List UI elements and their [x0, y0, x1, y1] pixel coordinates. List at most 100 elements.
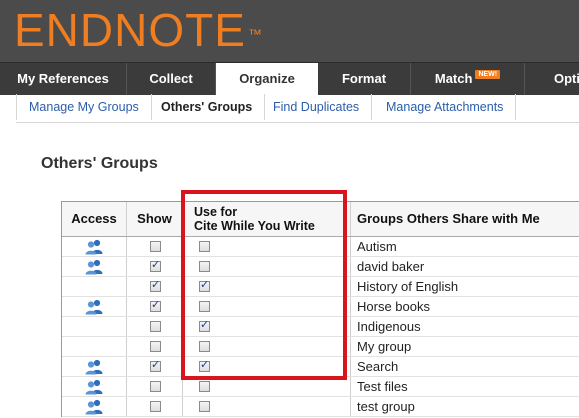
show-checkbox[interactable]: [150, 401, 161, 412]
cwyw-cell: [183, 277, 351, 296]
header-cite-while-you-write: Use for Cite While You Write: [183, 202, 351, 236]
show-cell: [127, 377, 183, 396]
header-show: Show: [127, 202, 183, 236]
tab-my-references[interactable]: My References: [0, 63, 127, 95]
show-cell: [127, 297, 183, 316]
show-cell: [127, 277, 183, 296]
group-name: david baker: [357, 259, 425, 274]
cwyw-cell: [183, 357, 351, 376]
show-checkbox[interactable]: [150, 258, 161, 272]
app-header: ENDNOTE ™: [0, 0, 579, 62]
show-checkbox[interactable]: [150, 241, 161, 252]
subnav-label: Manage My Groups: [29, 100, 139, 114]
header-cwyw-line1: Use for: [194, 205, 238, 219]
show-checkbox[interactable]: [150, 298, 161, 312]
access-cell: [62, 277, 127, 296]
subnav-label: Others' Groups: [161, 100, 253, 114]
logo-text: ENDNOTE: [14, 4, 246, 56]
tab-label: Match: [434, 71, 473, 86]
tab-collect[interactable]: Collect: [127, 63, 216, 95]
subnav-others-groups[interactable]: Others' Groups: [149, 94, 266, 120]
group-name: Search: [357, 359, 399, 374]
tab-label: Format: [341, 71, 387, 86]
group-name: Horse books: [357, 299, 430, 314]
people-icon[interactable]: [84, 239, 104, 255]
group-name: Indigenous: [357, 319, 421, 334]
cwyw-cell: [183, 237, 351, 256]
access-cell: [62, 357, 127, 376]
cwyw-cell: [183, 297, 351, 316]
people-icon[interactable]: [84, 299, 104, 315]
tab-label: Organize: [239, 71, 295, 86]
access-cell: [62, 237, 127, 256]
people-icon[interactable]: [84, 399, 104, 415]
tab-options[interactable]: Optio: [525, 63, 579, 95]
subnav-find-duplicates[interactable]: Find Duplicates: [261, 94, 373, 120]
cwyw-cell: [183, 257, 351, 276]
subnav-manage-my-groups[interactable]: Manage My Groups: [17, 94, 152, 120]
table-row: Horse books: [62, 297, 579, 317]
tab-label: Collect: [149, 71, 193, 86]
cwyw-checkbox[interactable]: [199, 261, 210, 272]
header-group-name: Groups Others Share with Me: [357, 211, 540, 226]
access-cell: [62, 337, 127, 356]
cwyw-cell: [183, 377, 351, 396]
cwyw-checkbox[interactable]: [199, 381, 210, 392]
tab-label: My References: [17, 71, 109, 86]
show-cell: [127, 397, 183, 416]
access-cell: [62, 377, 127, 396]
tab-organize[interactable]: Organize: [216, 63, 318, 95]
show-checkbox[interactable]: [150, 381, 161, 392]
people-icon[interactable]: [84, 359, 104, 375]
subnav-manage-attachments[interactable]: Manage Attachments: [374, 94, 517, 120]
show-checkbox[interactable]: [150, 321, 161, 332]
table-row: Search: [62, 357, 579, 377]
main-nav: My References Collect Organize Format Ma…: [0, 62, 579, 95]
cwyw-checkbox[interactable]: [199, 358, 210, 372]
table-row: Indigenous: [62, 317, 579, 337]
show-cell: [127, 357, 183, 376]
cwyw-checkbox[interactable]: [199, 318, 210, 332]
cwyw-checkbox[interactable]: [199, 301, 210, 312]
access-cell: [62, 317, 127, 336]
group-name: History of English: [357, 279, 459, 294]
tab-label: Optio: [554, 71, 579, 86]
cwyw-cell: [183, 397, 351, 416]
access-cell: [62, 397, 127, 416]
cwyw-checkbox[interactable]: [199, 278, 210, 292]
header-cwyw-line2: Cite While You Write: [194, 219, 315, 233]
sub-nav: Manage My Groups Others' Groups Find Dup…: [16, 94, 579, 123]
tab-match[interactable]: Match NEW!: [411, 63, 525, 95]
people-icon[interactable]: [84, 379, 104, 395]
cwyw-cell: [183, 337, 351, 356]
show-checkbox[interactable]: [150, 358, 161, 372]
cwyw-cell: [183, 317, 351, 336]
show-cell: [127, 237, 183, 256]
subnav-label: Manage Attachments: [386, 100, 504, 114]
cwyw-checkbox[interactable]: [199, 401, 210, 412]
access-cell: [62, 257, 127, 276]
table-row: david baker: [62, 257, 579, 277]
endnote-logo[interactable]: ENDNOTE ™: [14, 2, 263, 58]
table-body: Autism david baker History of English Horse…: [62, 237, 579, 417]
group-name: test group: [357, 399, 415, 414]
access-cell: [62, 297, 127, 316]
header-access: Access: [62, 202, 127, 236]
tab-format[interactable]: Format: [318, 63, 411, 95]
group-name: My group: [357, 339, 412, 354]
people-icon[interactable]: [84, 259, 104, 275]
show-cell: [127, 257, 183, 276]
show-checkbox[interactable]: [150, 278, 161, 292]
cwyw-checkbox[interactable]: [199, 241, 210, 252]
cwyw-checkbox[interactable]: [199, 341, 210, 352]
table-row: My group: [62, 337, 579, 357]
show-checkbox[interactable]: [150, 341, 161, 352]
table-row: Test files: [62, 377, 579, 397]
page-title: Others' Groups: [41, 155, 158, 172]
trademark-mark: ™: [247, 26, 263, 42]
show-cell: [127, 317, 183, 336]
others-groups-table: Access Show Use for Cite While You Write…: [61, 201, 579, 417]
table-row: test group: [62, 397, 579, 417]
show-cell: [127, 337, 183, 356]
table-header-row: Access Show Use for Cite While You Write…: [62, 202, 579, 237]
